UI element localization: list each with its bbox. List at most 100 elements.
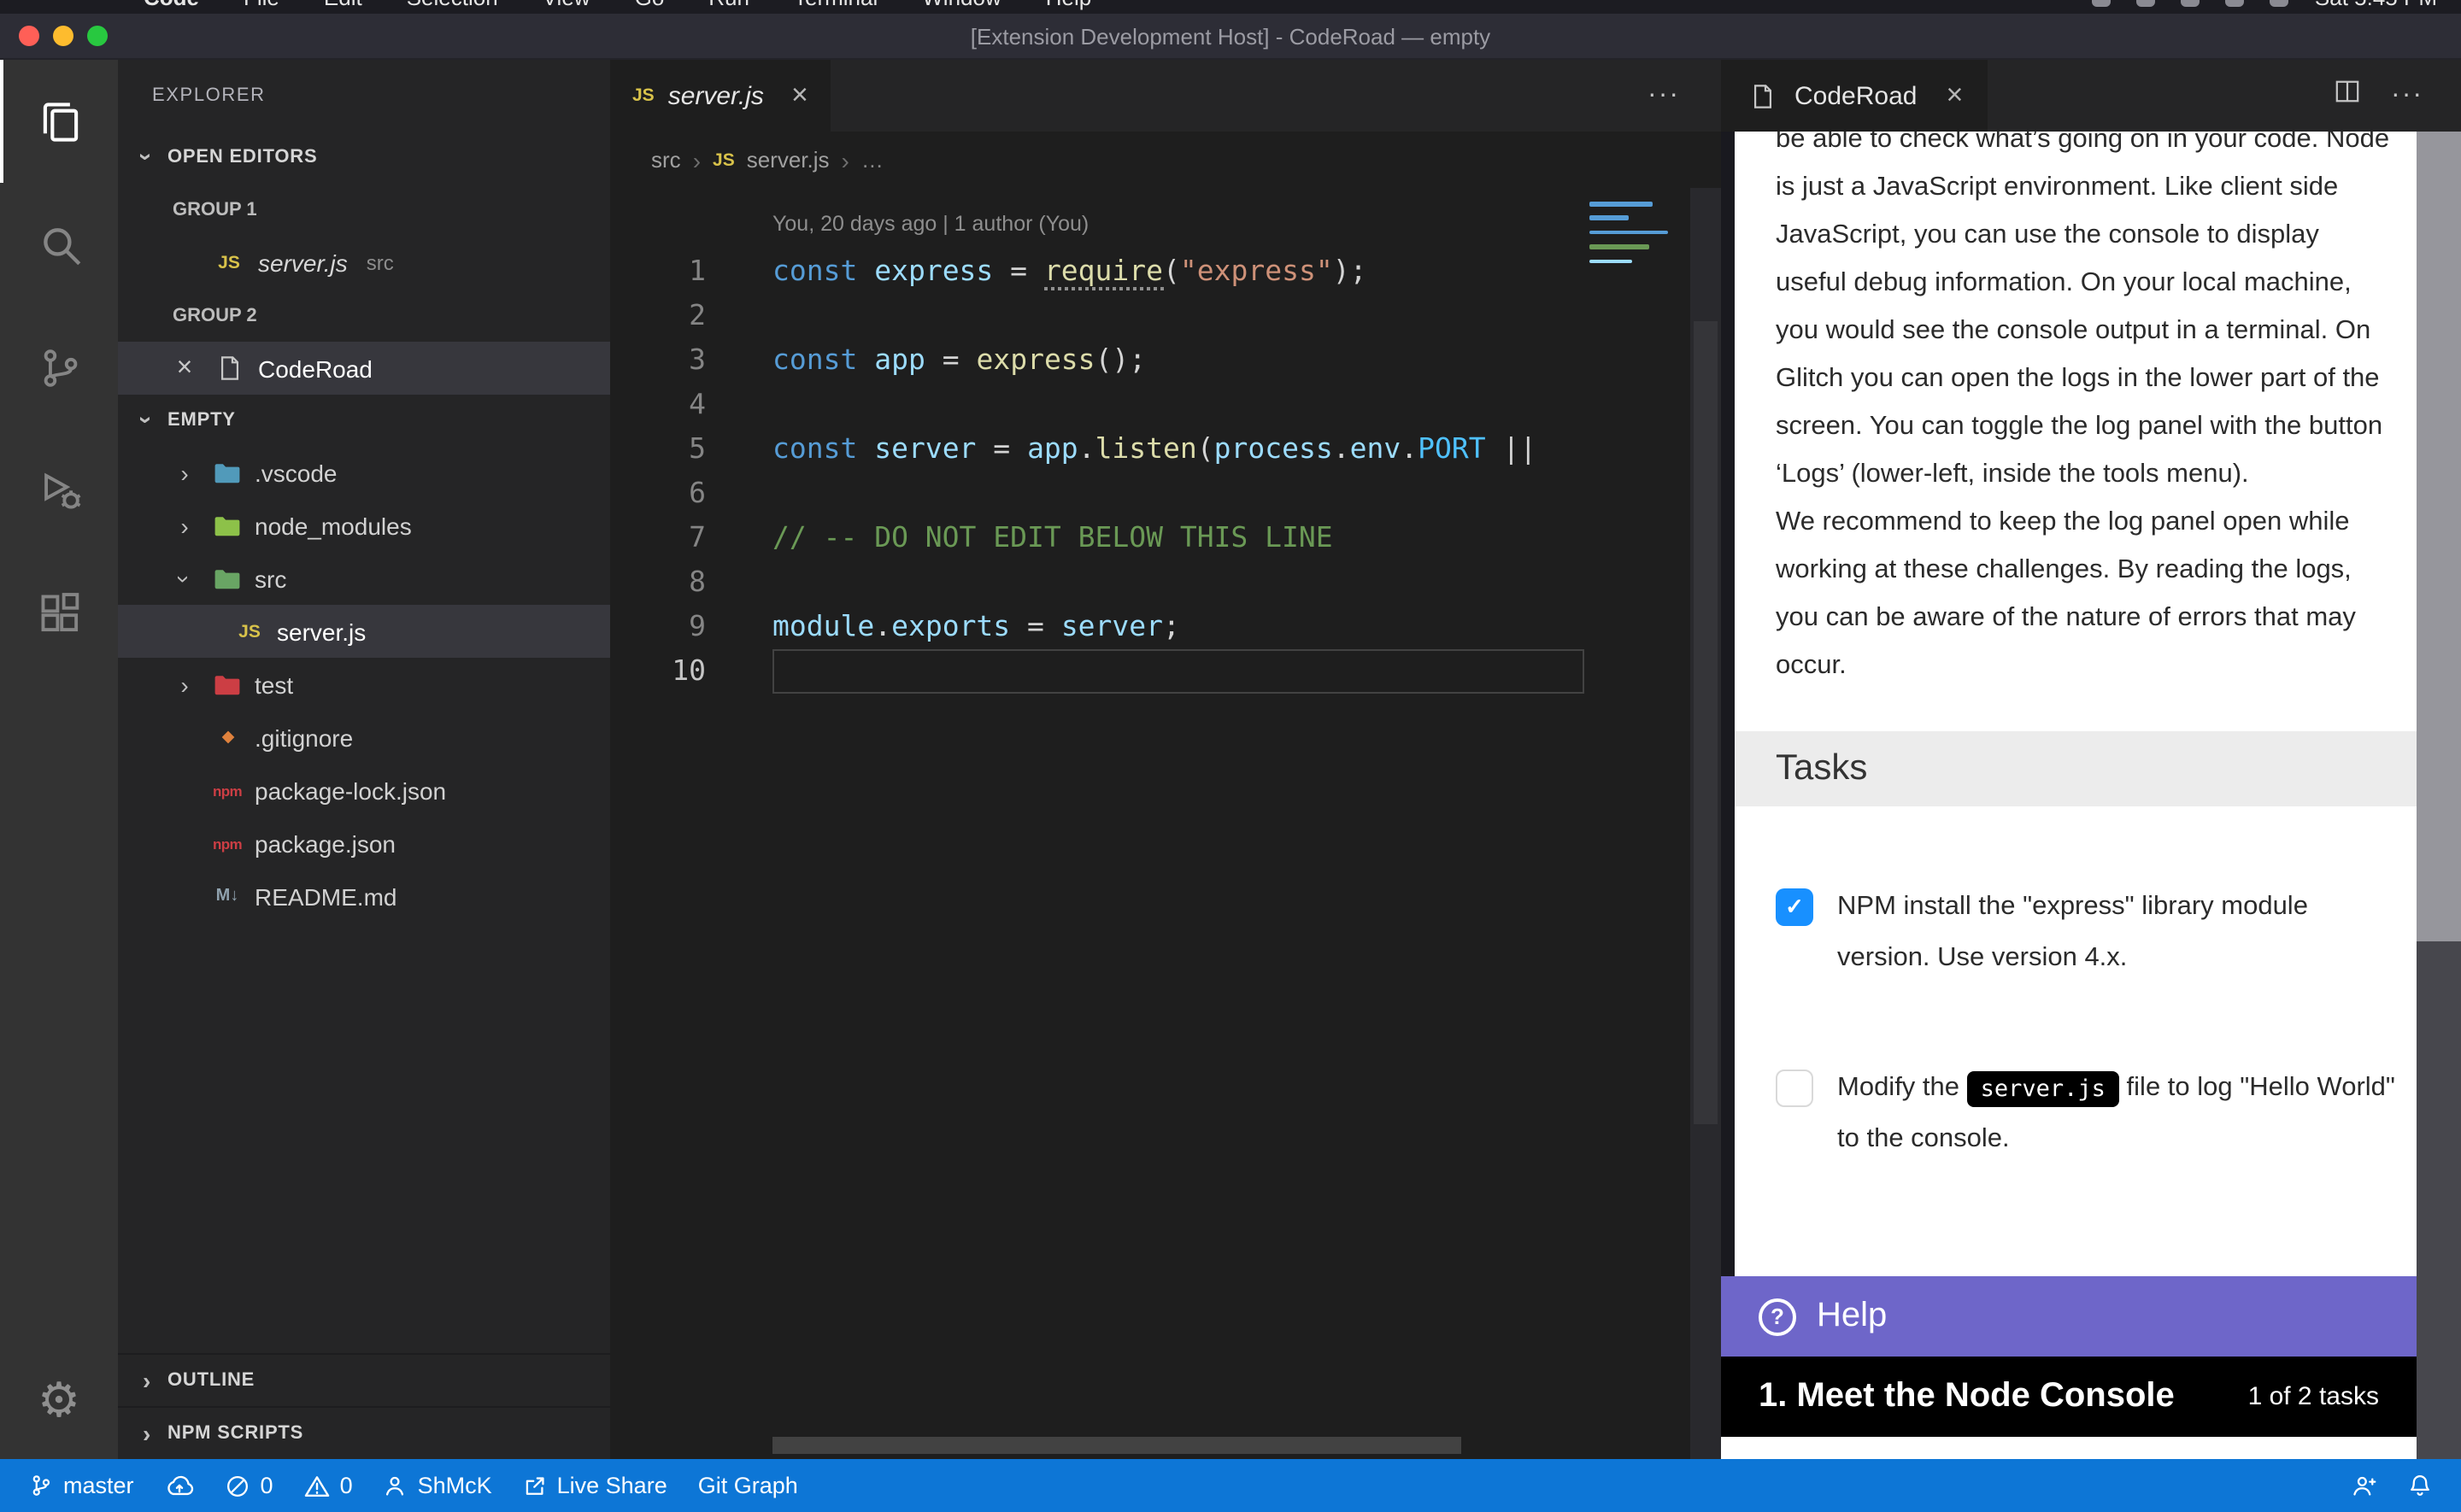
activity-explorer[interactable] bbox=[0, 60, 118, 183]
code-line-3[interactable]: 3const app = express(); bbox=[610, 338, 1721, 383]
status-0[interactable]: 0 bbox=[289, 1459, 368, 1512]
minimize-window-button[interactable] bbox=[53, 26, 73, 46]
line-number: 9 bbox=[610, 605, 706, 649]
status-bell[interactable] bbox=[2393, 1473, 2447, 1498]
open-editors-header[interactable]: › OPEN EDITORS bbox=[118, 132, 610, 183]
code-line-6[interactable]: 6 bbox=[610, 472, 1721, 516]
tree-item--gitignore[interactable]: ›.gitignore bbox=[118, 711, 610, 764]
help-banner[interactable]: ? Help bbox=[1721, 1276, 2417, 1357]
npm-file-icon: npm bbox=[210, 835, 244, 852]
activity-extensions[interactable] bbox=[0, 552, 118, 675]
menu-selection[interactable]: Selection bbox=[407, 0, 498, 9]
activity-source-control[interactable] bbox=[0, 306, 118, 429]
breadc rumb-file[interactable]: server.js bbox=[747, 147, 830, 173]
menu-file[interactable]: File bbox=[244, 0, 279, 9]
close-icon[interactable]: × bbox=[1946, 79, 1963, 113]
scrollbar-thumb[interactable] bbox=[1694, 321, 1718, 1124]
menu-code[interactable]: Code bbox=[144, 0, 199, 9]
breadcrumb-symbol[interactable]: … bbox=[861, 147, 884, 173]
task-text-part: Modify the bbox=[1837, 1073, 1967, 1102]
status-label: ShMcK bbox=[418, 1473, 492, 1498]
tree-item-package-lock-json[interactable]: ›npmpackage-lock.json bbox=[118, 764, 610, 817]
tree-item--vscode[interactable]: ›.vscode bbox=[118, 446, 610, 499]
tree-item-label: .gitignore bbox=[255, 724, 353, 751]
workspace-header[interactable]: › EMPTY bbox=[118, 395, 610, 446]
status-master[interactable]: master bbox=[14, 1459, 150, 1512]
code-line-5[interactable]: 5const server = app.listen(process.env.P… bbox=[610, 427, 1721, 472]
code-line-10[interactable]: 10 bbox=[610, 649, 1721, 694]
breadcrumb-src[interactable]: src bbox=[651, 147, 681, 173]
tree-item-label: server.js bbox=[277, 618, 366, 645]
editor-scrollbar[interactable] bbox=[1690, 188, 1721, 1459]
code-line-7[interactable]: 7// -- DO NOT EDIT BELOW THIS LINE bbox=[610, 516, 1721, 560]
menu-help[interactable]: Help bbox=[1046, 0, 1092, 9]
outline-section[interactable]: › OUTLINE bbox=[118, 1353, 610, 1406]
tree-item-label: README.md bbox=[255, 882, 396, 910]
code-editor[interactable]: You, 20 days ago | 1 author (You) 1const… bbox=[610, 188, 1721, 1459]
menubar-extra-icon[interactable] bbox=[2137, 0, 2156, 6]
tree-item-readme-md[interactable]: ›M↓README.md bbox=[118, 870, 610, 923]
open-editor-server-js[interactable]: JSserver.jssrc bbox=[118, 236, 610, 289]
menubar-extra-icon[interactable] bbox=[2270, 0, 2289, 6]
activity-run-debug[interactable] bbox=[0, 429, 118, 552]
menu-terminal[interactable]: Terminal bbox=[794, 0, 878, 9]
menu-window[interactable]: Window bbox=[922, 0, 1001, 9]
close-window-button[interactable] bbox=[19, 26, 39, 46]
panel-scrollbar[interactable] bbox=[2417, 132, 2461, 1459]
codelens-annotation[interactable]: You, 20 days ago | 1 author (You) bbox=[610, 198, 1721, 249]
menubar-extra-icon[interactable] bbox=[2226, 0, 2245, 6]
status-live-share[interactable]: Live Share bbox=[508, 1459, 683, 1512]
close-icon[interactable]: × bbox=[791, 79, 808, 113]
code-line-9[interactable]: 9module.exports = server; bbox=[610, 605, 1721, 649]
more-actions-icon[interactable]: ··· bbox=[1648, 80, 1680, 111]
open-editor-coderoad[interactable]: ×CodeRoad bbox=[118, 342, 610, 395]
file-tree: ›.vscode›node_modules›src›JSserver.js›te… bbox=[118, 446, 610, 923]
menu-run[interactable]: Run bbox=[708, 0, 749, 9]
open-editor-detail: src bbox=[367, 250, 394, 274]
checkbox-checked[interactable]: ✓ bbox=[1776, 888, 1813, 926]
code-line-8[interactable]: 8 bbox=[610, 560, 1721, 605]
menu-go[interactable]: Go bbox=[635, 0, 665, 9]
split-editor-icon[interactable] bbox=[2335, 79, 2360, 113]
menubar-extra-icon[interactable] bbox=[2182, 0, 2200, 6]
code-line-1[interactable]: 1const express = require("express"); bbox=[610, 249, 1721, 294]
tab-server-js[interactable]: JS server.js × bbox=[610, 60, 831, 132]
status-shmck[interactable]: ShMcK bbox=[368, 1459, 508, 1512]
scrollbar-thumb[interactable] bbox=[2417, 132, 2461, 941]
tree-item-node-modules[interactable]: ›node_modules bbox=[118, 499, 610, 552]
editor-group: JS server.js × ··· src › JS server.js › … bbox=[610, 60, 1721, 1459]
horizontal-scrollbar-thumb[interactable] bbox=[772, 1437, 1461, 1454]
code-line-2[interactable]: 2 bbox=[610, 294, 1721, 338]
tree-item-server-js[interactable]: ›JSserver.js bbox=[118, 605, 610, 658]
task-text: Modify the server.js file to log "Hello … bbox=[1837, 1063, 2396, 1165]
npm-scripts-section[interactable]: › NPM SCRIPTS bbox=[118, 1406, 610, 1459]
menu-view[interactable]: View bbox=[543, 0, 590, 9]
status-label: Git Graph bbox=[698, 1473, 798, 1498]
line-text bbox=[706, 649, 772, 694]
code-line-4[interactable]: 4 bbox=[610, 383, 1721, 427]
activity-search[interactable] bbox=[0, 183, 118, 306]
close-icon[interactable]: × bbox=[169, 353, 200, 384]
maximize-window-button[interactable] bbox=[87, 26, 108, 46]
status-0[interactable]: 0 bbox=[211, 1459, 289, 1512]
menu-edit[interactable]: Edit bbox=[324, 0, 362, 9]
checkbox-unchecked[interactable] bbox=[1776, 1070, 1813, 1107]
tab-coderoad[interactable]: CodeRoad × bbox=[1721, 60, 1987, 132]
settings-gear-icon[interactable]: ⚙ bbox=[0, 1339, 118, 1459]
more-actions-icon[interactable]: ··· bbox=[2391, 80, 2423, 111]
status-git-graph[interactable]: Git Graph bbox=[683, 1459, 813, 1512]
chevron-right-icon: › bbox=[169, 459, 200, 486]
status-cloud-upload[interactable] bbox=[150, 1459, 211, 1512]
status-person-add[interactable] bbox=[2336, 1474, 2393, 1497]
menubar-extra-icon[interactable] bbox=[2093, 0, 2112, 6]
folder-icon bbox=[210, 513, 244, 537]
help-label: Help bbox=[1817, 1297, 1887, 1336]
minimap[interactable] bbox=[1589, 202, 1668, 273]
editor-group-label: GROUP 1 bbox=[118, 183, 610, 236]
tree-item-package-json[interactable]: ›npmpackage.json bbox=[118, 817, 610, 870]
tree-item-test[interactable]: ›test bbox=[118, 658, 610, 711]
inline-code: server.js bbox=[1967, 1070, 2119, 1106]
task-item-1: ✓NPM install the "express" library modul… bbox=[1776, 882, 2396, 984]
file-icon bbox=[1745, 83, 1779, 108]
tree-item-src[interactable]: ›src bbox=[118, 552, 610, 605]
